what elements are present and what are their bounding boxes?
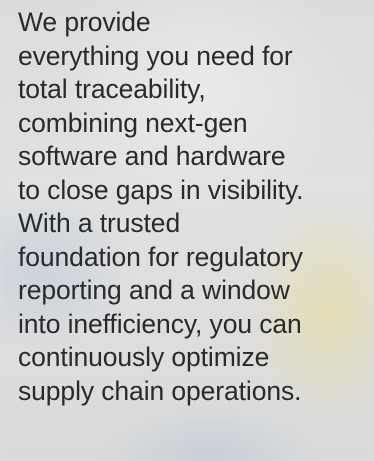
paragraph-line: everything you need for bbox=[18, 40, 293, 71]
paragraph-line: combining next-gen bbox=[18, 107, 248, 138]
paragraph-line: We provide bbox=[18, 7, 151, 37]
paragraph-line: foundation for regulatory bbox=[18, 241, 303, 272]
body-paragraph: We provide everything you need for total… bbox=[18, 6, 374, 408]
paragraph-line: into inefficiency, you can bbox=[18, 308, 302, 339]
paragraph-line: to close gaps in visibility. bbox=[18, 174, 304, 205]
paragraph-line: total traceability, bbox=[18, 74, 206, 104]
paragraph-line: With a trusted bbox=[18, 208, 181, 238]
paragraph-line: reporting and a window bbox=[18, 275, 290, 305]
paragraph-line: continuously optimize bbox=[18, 342, 270, 372]
paragraph-line: supply chain operations. bbox=[18, 375, 302, 406]
paragraph-line: software and hardware bbox=[18, 141, 286, 171]
